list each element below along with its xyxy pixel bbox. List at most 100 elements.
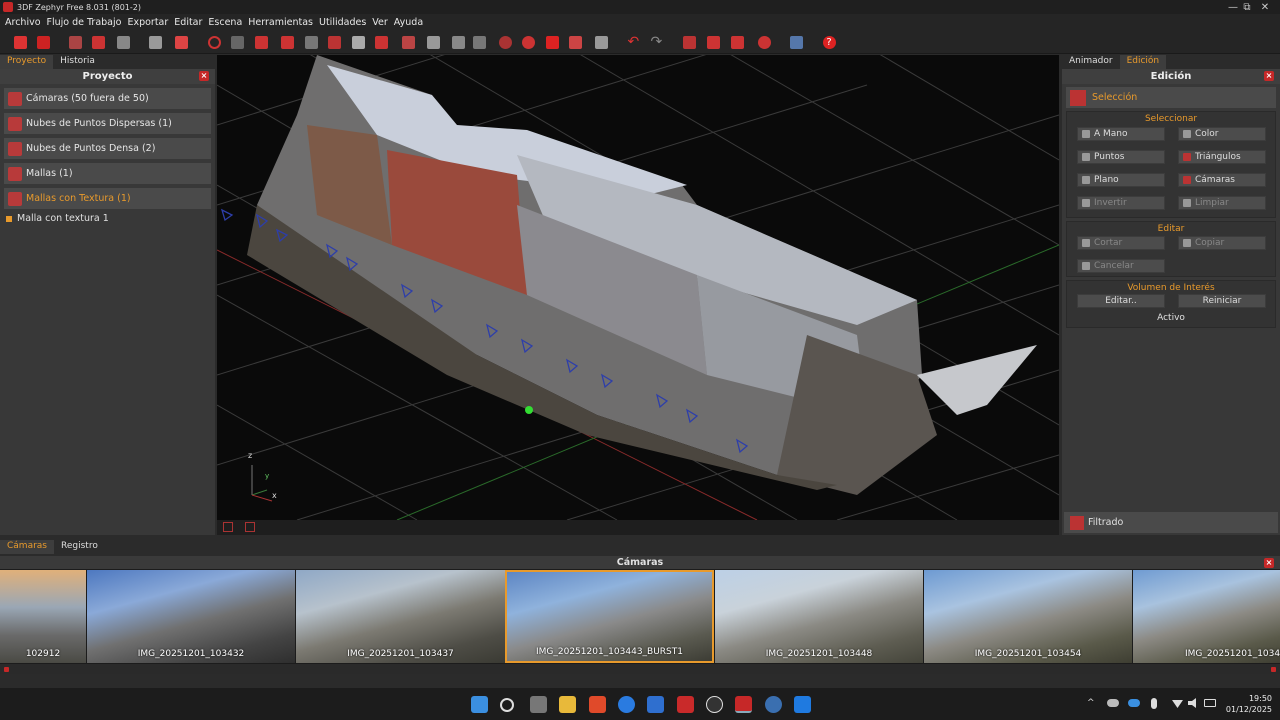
- 3d-viewport[interactable]: z y x: [217, 55, 1059, 520]
- cloud-icon[interactable]: [1107, 699, 1119, 707]
- mesh-solid-icon[interactable]: [303, 34, 319, 50]
- color-select-button[interactable]: Color: [1178, 127, 1266, 141]
- camera-thumbnail[interactable]: IMG_20251201_10345: [1133, 570, 1280, 663]
- camera-thumbnail-selected[interactable]: IMG_20251201_103443_BURST1: [505, 570, 714, 663]
- measure-icon[interactable]: [253, 34, 269, 50]
- cameras-select-button[interactable]: Cámaras: [1178, 173, 1266, 187]
- chevron-up-icon[interactable]: ^: [1087, 698, 1095, 708]
- screenshot-icon[interactable]: [593, 34, 609, 50]
- system-clock[interactable]: 19:50 01/12/2025: [1226, 693, 1272, 715]
- close-window-button[interactable]: ✕: [1250, 0, 1280, 14]
- tree-item-textured-meshes[interactable]: Mallas con Textura (1): [4, 188, 211, 209]
- camera-thumbnail[interactable]: IMG_20251201_103454: [924, 570, 1132, 663]
- cube-red-icon[interactable]: [90, 34, 106, 50]
- camera-thumbnail[interactable]: 102912: [0, 570, 86, 663]
- points-select-button[interactable]: Puntos: [1077, 150, 1165, 164]
- menu-escena[interactable]: Escena: [208, 17, 242, 28]
- settings-cube-icon[interactable]: [147, 34, 163, 50]
- volume-icon[interactable]: [1188, 698, 1196, 708]
- hand-icon[interactable]: [425, 34, 441, 50]
- transform-icon[interactable]: [681, 34, 697, 50]
- brush-icon[interactable]: [373, 34, 389, 50]
- sphere-red-icon[interactable]: [520, 34, 536, 50]
- copy-button[interactable]: Copiar: [1178, 236, 1266, 250]
- menu-editar[interactable]: Editar: [174, 17, 202, 28]
- volume-reset-button[interactable]: Reiniciar: [1178, 294, 1266, 308]
- mesh-red-icon[interactable]: [326, 34, 342, 50]
- sphere-grid-icon[interactable]: [497, 34, 513, 50]
- tree-subitem-textured-mesh[interactable]: Malla con textura 1: [6, 213, 215, 224]
- tab-edicion[interactable]: Edición: [1119, 55, 1167, 69]
- ruler-icon[interactable]: [729, 34, 745, 50]
- view-cube-icon[interactable]: [788, 34, 804, 50]
- onedrive-icon[interactable]: [1128, 699, 1140, 707]
- menu-flujo-de-trabajo[interactable]: Flujo de Trabajo: [47, 17, 122, 28]
- tree-item-dense-cloud[interactable]: Nubes de Puntos Densa (2): [4, 138, 211, 159]
- filter-tool[interactable]: Filtrado: [1064, 512, 1278, 533]
- scroll-right-icon[interactable]: [1271, 667, 1276, 672]
- tree-item-cameras[interactable]: Cámaras (50 fuera de 50): [4, 88, 211, 109]
- ruler-small-icon[interactable]: [245, 522, 255, 532]
- microphone-icon[interactable]: [1151, 698, 1157, 709]
- cancel-button[interactable]: Cancelar: [1077, 259, 1165, 273]
- redo-icon[interactable]: ↷: [649, 34, 665, 50]
- camera-icon[interactable]: [173, 34, 189, 50]
- shield-app-icon[interactable]: [794, 696, 811, 713]
- triangles-select-button[interactable]: Triángulos: [1178, 150, 1266, 164]
- tab-camaras[interactable]: Cámaras: [0, 540, 54, 554]
- plane-select-button[interactable]: Plano: [1077, 173, 1165, 187]
- camera-thumbnail[interactable]: IMG_20251201_103448: [715, 570, 923, 663]
- selection-tool[interactable]: Selección: [1066, 87, 1276, 108]
- menu-utilidades[interactable]: Utilidades: [319, 17, 366, 28]
- close-edit-panel-button[interactable]: ×: [1264, 71, 1274, 81]
- menu-herramientas[interactable]: Herramientas: [248, 17, 313, 28]
- cube-solid-icon[interactable]: [544, 34, 560, 50]
- tree-item-meshes[interactable]: Mallas (1): [4, 163, 211, 184]
- gear-icon[interactable]: [756, 34, 772, 50]
- invert-button[interactable]: Invertir: [1077, 196, 1165, 210]
- mesh-outline-icon[interactable]: [350, 34, 366, 50]
- tab-proyecto[interactable]: Proyecto: [0, 55, 54, 69]
- crop-icon[interactable]: [705, 34, 721, 50]
- snap-icon[interactable]: [223, 522, 233, 532]
- tree-item-sparse-cloud[interactable]: Nubes de Puntos Dispersas (1): [4, 113, 211, 134]
- hand-select-button[interactable]: A Mano: [1077, 127, 1165, 141]
- network-app-icon[interactable]: [765, 696, 782, 713]
- help-icon[interactable]: ?: [821, 34, 837, 50]
- camera-strip-scrollbar[interactable]: [0, 664, 1280, 674]
- select-hand-icon[interactable]: [450, 34, 466, 50]
- wifi-icon[interactable]: [1172, 700, 1183, 708]
- file-explorer-icon[interactable]: [559, 696, 576, 713]
- undo-icon[interactable]: ↶: [626, 34, 642, 50]
- close-cameras-panel-button[interactable]: ×: [1264, 558, 1274, 568]
- tab-registro[interactable]: Registro: [54, 540, 105, 554]
- menu-ayuda[interactable]: Ayuda: [394, 17, 423, 28]
- save-icon[interactable]: [35, 34, 51, 50]
- scroll-left-icon[interactable]: [4, 667, 9, 672]
- clear-button[interactable]: Limpiar: [1178, 196, 1266, 210]
- control-point-icon[interactable]: [279, 34, 295, 50]
- menu-archivo[interactable]: Archivo: [5, 17, 41, 28]
- cut-button[interactable]: Cortar: [1077, 236, 1165, 250]
- tab-historia[interactable]: Historia: [53, 55, 102, 69]
- obs-icon[interactable]: [706, 696, 723, 713]
- new-project-icon[interactable]: [12, 34, 28, 50]
- camera-thumbnail[interactable]: IMG_20251201_103437: [296, 570, 505, 663]
- select-point-icon[interactable]: [229, 34, 245, 50]
- menu-exportar[interactable]: Exportar: [127, 17, 168, 28]
- cube-grey-icon[interactable]: [115, 34, 131, 50]
- search-icon[interactable]: [500, 698, 514, 712]
- start-icon[interactable]: [471, 696, 488, 713]
- layers-icon[interactable]: [471, 34, 487, 50]
- brave-browser-icon[interactable]: [589, 696, 606, 713]
- close-project-panel-button[interactable]: ×: [199, 71, 209, 81]
- battery-icon[interactable]: [1204, 699, 1216, 707]
- workflow-icon[interactable]: [67, 34, 83, 50]
- calendar-app-icon[interactable]: [647, 696, 664, 713]
- menu-ver[interactable]: Ver: [372, 17, 388, 28]
- task-view-icon[interactable]: [530, 696, 547, 713]
- tools-icon[interactable]: [400, 34, 416, 50]
- zephyr-app-icon[interactable]: [735, 696, 752, 713]
- tab-animador[interactable]: Animador: [1062, 55, 1120, 69]
- edge-browser-icon[interactable]: [618, 696, 635, 713]
